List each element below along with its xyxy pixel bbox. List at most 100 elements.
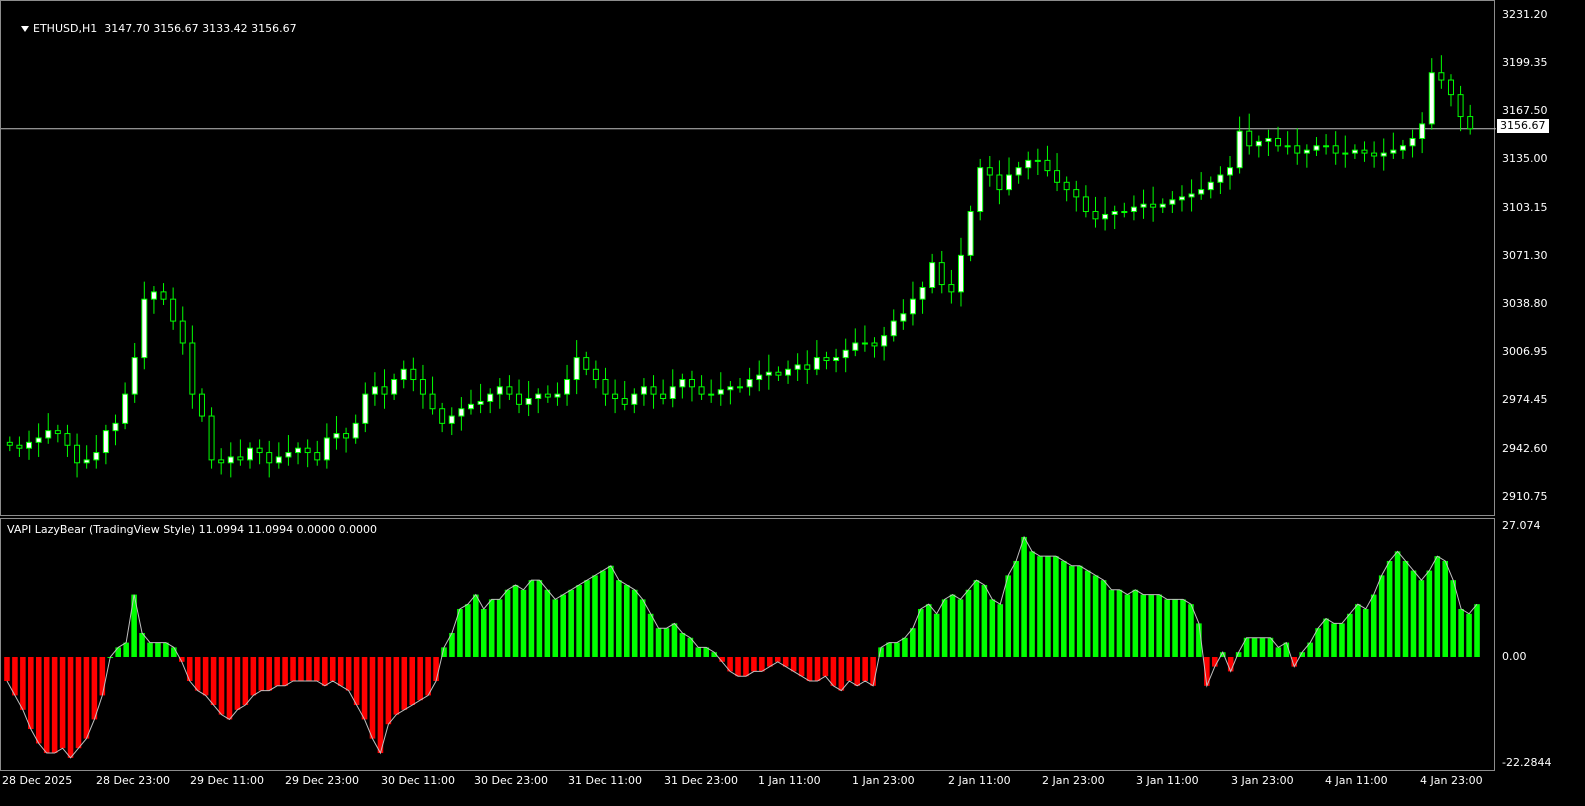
time-axis-label: 1 Jan 11:00 — [758, 774, 821, 787]
candle-body — [890, 320, 897, 337]
vapi-bar — [862, 656, 868, 682]
vapi-bar — [1251, 637, 1258, 657]
candle-body — [218, 459, 225, 464]
vapi-bar — [401, 656, 408, 710]
vapi-bar — [488, 599, 495, 657]
candle-body — [804, 364, 811, 370]
vapi-bar — [663, 628, 670, 657]
vapi-bar — [1092, 575, 1099, 657]
vapi-bar — [298, 656, 304, 682]
candle-body — [1227, 167, 1233, 176]
vapi-bar — [290, 656, 296, 682]
vapi-bar — [194, 656, 201, 691]
candle-body — [285, 452, 292, 458]
vapi-bar — [822, 656, 829, 677]
vapi-bar — [1116, 589, 1123, 657]
candle-body — [948, 284, 955, 293]
candle-body — [765, 371, 772, 376]
vapi-bar — [43, 656, 50, 754]
candle-body — [996, 174, 1003, 191]
candle-body — [746, 379, 753, 388]
price-axis-label: 2910.75 — [1502, 490, 1548, 503]
candle-body — [1102, 213, 1109, 220]
candle-body — [112, 422, 119, 432]
vapi-bar — [147, 642, 153, 657]
vapi-bar — [12, 656, 18, 696]
vapi-bar — [250, 656, 257, 696]
vapi-bar — [1188, 604, 1194, 657]
vapi-bar — [322, 656, 328, 686]
vapi-bar — [1029, 551, 1035, 657]
candle-body — [1159, 203, 1166, 208]
vapi-bar — [258, 656, 265, 691]
candle-body — [919, 286, 926, 300]
time-axis-label: 30 Dec 23:00 — [474, 774, 548, 787]
vapi-bar — [1474, 604, 1480, 657]
candle-body — [1121, 211, 1128, 214]
vapi-bar — [1013, 560, 1019, 657]
vapi-bar — [473, 594, 479, 657]
candle-body — [227, 456, 234, 464]
time-axis-label: 29 Dec 11:00 — [190, 774, 264, 787]
candle-body — [1419, 123, 1426, 139]
candle-body — [467, 403, 474, 410]
candle-body — [1294, 145, 1301, 154]
vapi-bar — [918, 608, 924, 657]
vapi-bar — [28, 656, 34, 730]
vapi-bar — [639, 599, 646, 657]
vapi-bar — [504, 589, 511, 657]
vapi-bar — [1100, 580, 1107, 657]
vapi-bar — [1442, 560, 1449, 657]
candle-body — [371, 386, 378, 395]
candle-body — [477, 400, 484, 405]
candle-body — [631, 393, 638, 405]
candle-body — [35, 437, 42, 443]
triangle-down-icon[interactable] — [21, 26, 29, 32]
vapi-bar — [4, 656, 10, 682]
vapi-bar — [1108, 589, 1115, 657]
candle-body — [756, 374, 763, 381]
candle-body — [506, 386, 513, 395]
candle-body — [208, 415, 215, 461]
vapi-bar — [1339, 623, 1345, 657]
vapi-bar — [210, 656, 217, 706]
candle-body — [400, 368, 407, 381]
time-axis-label: 31 Dec 11:00 — [568, 774, 642, 787]
price-chart[interactable] — [1, 1, 1496, 517]
vapi-bar — [798, 656, 805, 677]
time-axis-label: 29 Dec 23:00 — [285, 774, 359, 787]
price-axis-label: 3071.30 — [1502, 249, 1548, 262]
vapi-bar — [1426, 570, 1433, 657]
candle-body — [439, 408, 446, 424]
indicator-pane[interactable]: VAPI LazyBear (TradingView Style) 11.099… — [0, 518, 1495, 771]
vapi-bar — [329, 656, 336, 682]
candle-body — [535, 393, 542, 400]
vapi-bar — [282, 656, 288, 686]
candle-body — [93, 452, 100, 461]
vapi-bar — [806, 656, 813, 682]
candle-body — [1092, 211, 1099, 220]
vapi-bar — [957, 599, 964, 657]
vapi-bar — [51, 656, 58, 754]
vapi-bar — [973, 580, 980, 657]
vapi-bar — [600, 570, 606, 657]
candle-body — [1371, 152, 1378, 157]
vapi-bar — [1053, 556, 1059, 657]
candle-body — [1284, 145, 1291, 148]
vapi-bar — [552, 599, 559, 657]
price-axis-label: 3135.00 — [1502, 152, 1548, 165]
price-chart-pane[interactable]: ETHUSD,H1 3147.70 3156.67 3133.42 3156.6… — [0, 0, 1496, 517]
candle-body — [256, 447, 263, 454]
vapi-bar — [560, 594, 566, 657]
time-axis-label: 31 Dec 23:00 — [664, 774, 738, 787]
vapi-histogram[interactable] — [1, 519, 1496, 772]
candle-body — [64, 433, 71, 446]
vapi-bar — [218, 656, 225, 715]
vapi-bar — [743, 656, 749, 677]
candle-body — [525, 398, 532, 405]
candle-body — [1390, 149, 1397, 154]
candle-body — [487, 393, 494, 402]
candle-body — [1438, 72, 1445, 81]
vapi-bar — [1140, 594, 1147, 657]
candle-body — [823, 357, 830, 362]
